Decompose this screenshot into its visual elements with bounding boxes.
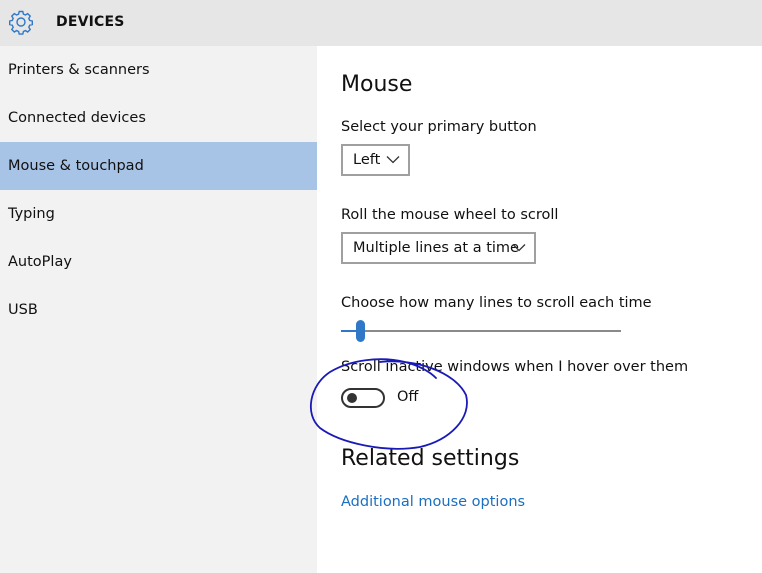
additional-mouse-options-link[interactable]: Additional mouse options <box>341 494 525 510</box>
primary-button-label: Select your primary button <box>341 119 537 135</box>
lines-slider-thumb[interactable] <box>356 320 365 342</box>
gear-icon[interactable] <box>8 9 34 35</box>
title-bar: DEVICES <box>0 0 762 46</box>
sidebar-item-autoplay[interactable]: AutoPlay <box>0 238 317 286</box>
primary-button-dropdown[interactable]: Left <box>341 144 410 176</box>
chevron-down-icon <box>512 244 526 252</box>
toggle-knob <box>347 393 357 403</box>
wheel-scroll-dropdown[interactable]: Multiple lines at a time <box>341 232 536 264</box>
wheel-scroll-value: Multiple lines at a time <box>353 240 519 256</box>
sidebar-item-printers-scanners[interactable]: Printers & scanners <box>0 46 317 94</box>
chevron-down-icon <box>386 156 400 164</box>
wheel-scroll-label: Roll the mouse wheel to scroll <box>341 207 559 223</box>
sidebar-item-mouse-touchpad[interactable]: Mouse & touchpad <box>0 142 317 190</box>
main-content: Mouse Select your primary button Left Ro… <box>317 46 762 573</box>
app-title: DEVICES <box>56 14 125 30</box>
sidebar-item-usb[interactable]: USB <box>0 286 317 334</box>
inactive-scroll-label: Scroll inactive windows when I hover ove… <box>341 359 689 375</box>
lines-slider-label: Choose how many lines to scroll each tim… <box>341 295 652 311</box>
inactive-scroll-toggle[interactable] <box>341 388 385 408</box>
related-settings-heading: Related settings <box>341 446 520 471</box>
primary-button-value: Left <box>353 152 381 168</box>
toggle-state-text: Off <box>397 389 419 405</box>
sidebar: Printers & scanners Connected devices Mo… <box>0 46 317 573</box>
page-title: Mouse <box>341 72 413 97</box>
sidebar-item-typing[interactable]: Typing <box>0 190 317 238</box>
lines-slider-track[interactable] <box>341 330 621 332</box>
sidebar-item-connected-devices[interactable]: Connected devices <box>0 94 317 142</box>
